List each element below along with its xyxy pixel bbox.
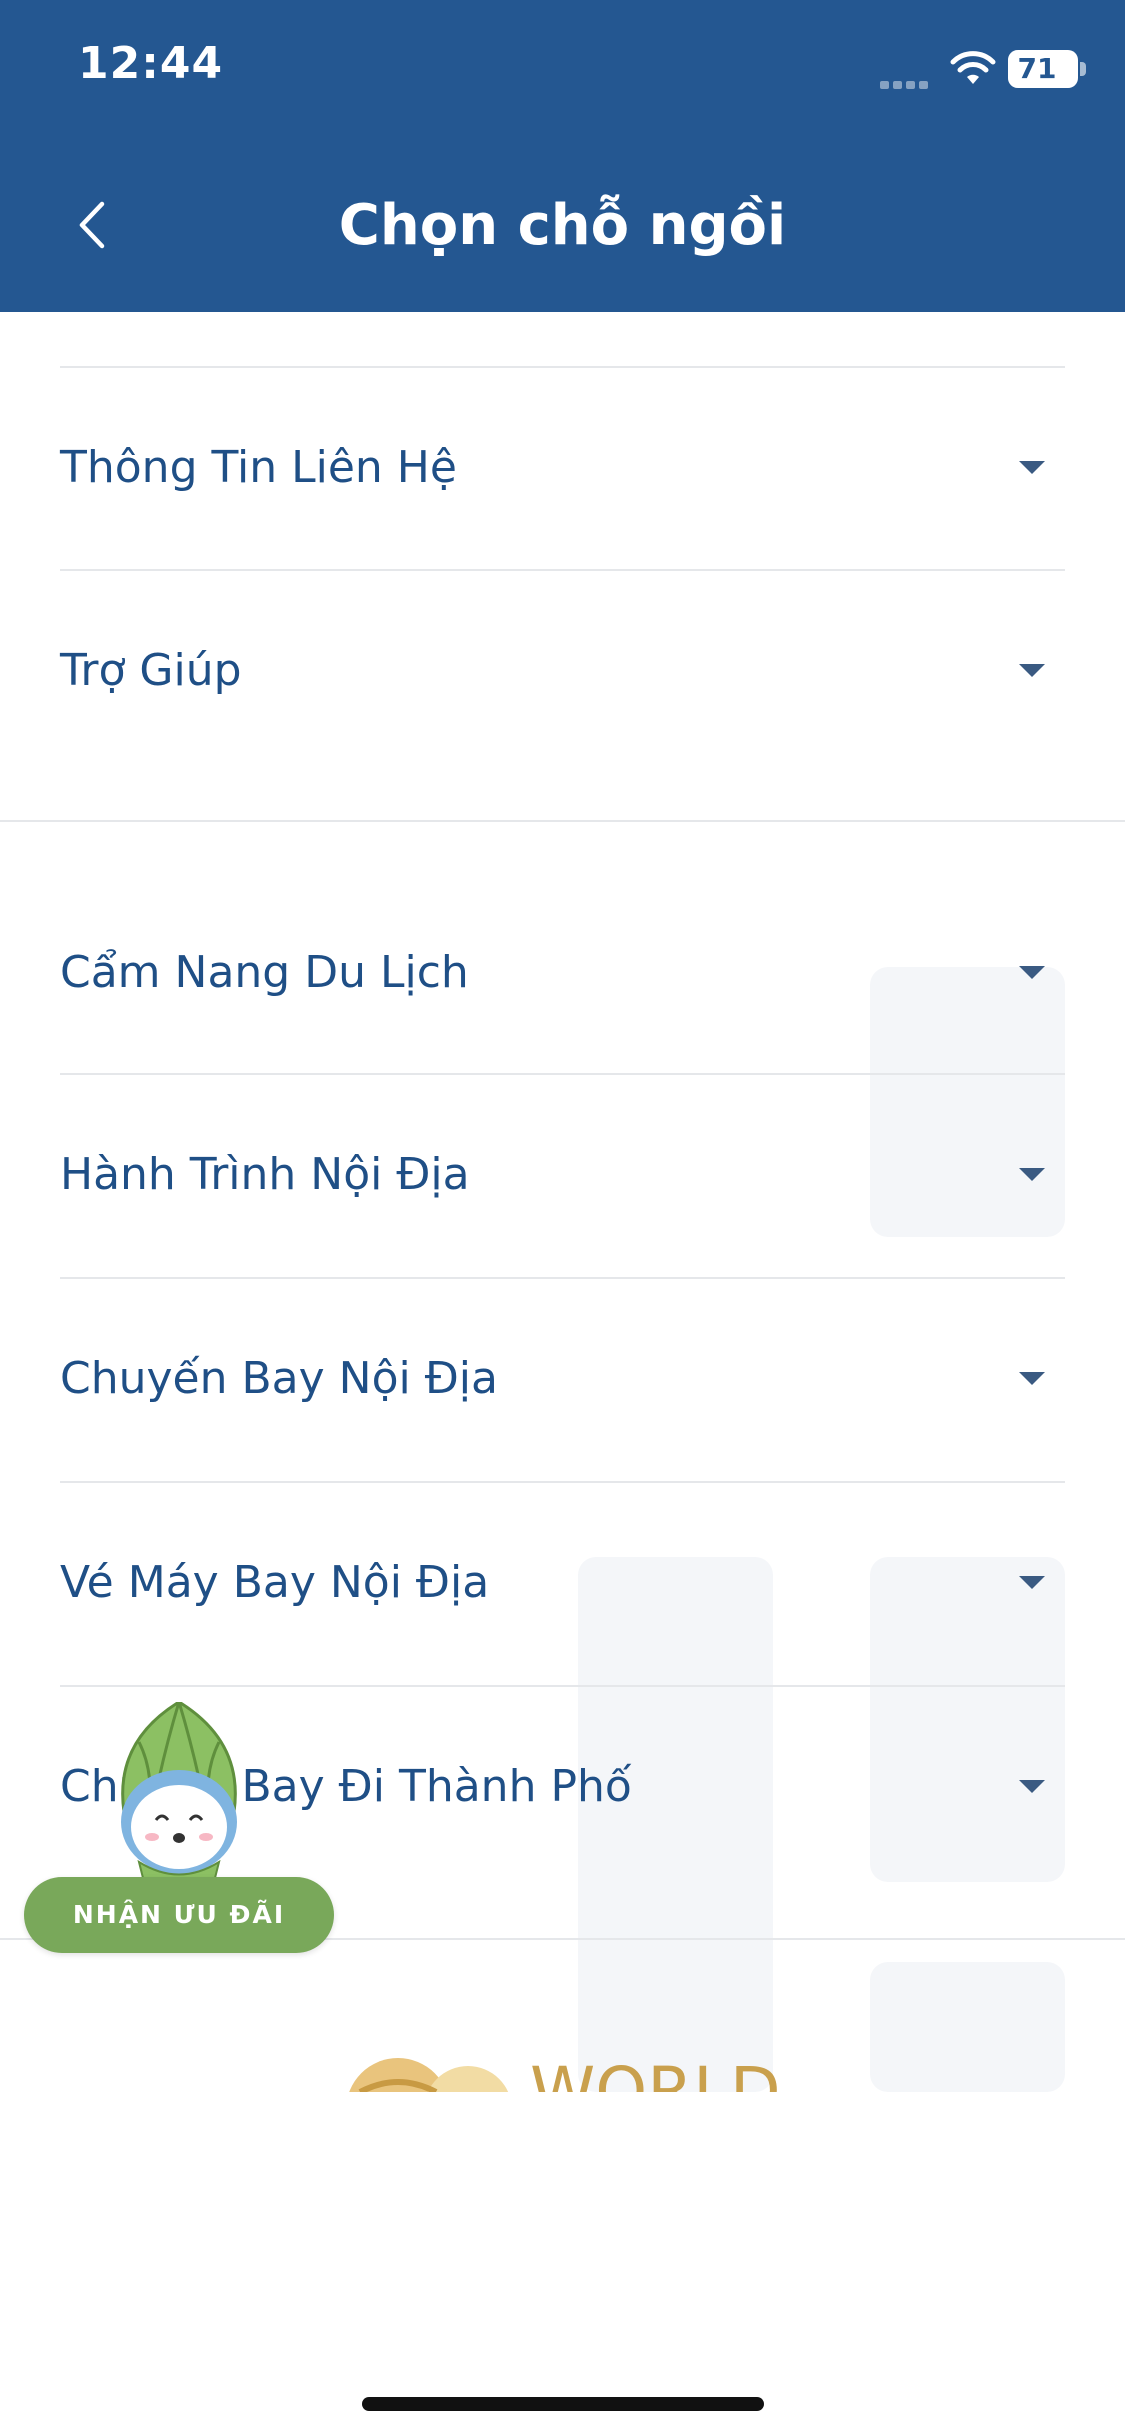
- chevron-down-icon: [1019, 1168, 1045, 1181]
- home-indicator[interactable]: [362, 2397, 764, 2411]
- bottom-blank-area: [0, 2092, 1125, 2436]
- globe-logo-icon: WORLD: [349, 2053, 781, 2092]
- cellular-signal-icon: [880, 74, 934, 89]
- chevron-down-icon: [1019, 1372, 1045, 1385]
- brand-logo-text: WORLD: [530, 2053, 781, 2092]
- mascot-icon: [121, 1702, 237, 1893]
- menu-item-travel-guide[interactable]: Cẩm Nang Du Lịch: [60, 873, 1065, 1073]
- background-decoration: [870, 1962, 1065, 2092]
- chevron-down-icon: [1019, 1576, 1045, 1589]
- promo-widget[interactable]: NHẬN ƯU ĐÃI: [24, 1702, 344, 1953]
- menu-item-label: Vé Máy Bay Nội Địa: [60, 1557, 490, 1608]
- battery-tip: [1080, 62, 1086, 76]
- back-button[interactable]: [60, 190, 130, 260]
- menu-item-help[interactable]: Trợ Giúp: [60, 571, 1065, 771]
- menu-item-label: Chuyến Bay Nội Địa: [60, 1353, 498, 1404]
- navigation-bar: Chọn chỗ ngồi: [0, 140, 1125, 312]
- battery-icon: 71: [1008, 50, 1078, 88]
- content-scroll-area[interactable]: Thông Tin Liên Hệ Trợ Giúp Cẩm Nang Du L…: [0, 312, 1125, 2092]
- menu-item-label: Trợ Giúp: [60, 645, 242, 696]
- brand-logo: WORLD: [340, 2052, 800, 2092]
- menu-item-label: Hành Trình Nội Địa: [60, 1149, 470, 1200]
- menu-item-domestic-itinerary[interactable]: Hành Trình Nội Địa: [60, 1075, 1065, 1275]
- menu-item-contact-info[interactable]: Thông Tin Liên Hệ: [60, 368, 1065, 568]
- chevron-down-icon: [1019, 461, 1045, 474]
- status-bar: 12:44 71: [0, 0, 1125, 140]
- section-divider: [0, 820, 1125, 822]
- wifi-icon: [950, 51, 996, 84]
- chevron-down-icon: [1019, 966, 1045, 979]
- chevron-down-icon: [1019, 664, 1045, 677]
- page-title: Chọn chỗ ngồi: [338, 193, 787, 258]
- status-time: 12:44: [78, 38, 224, 89]
- menu-item-label: Cẩm Nang Du Lịch: [60, 947, 469, 998]
- battery-percent: 71: [1017, 52, 1057, 85]
- menu-item-label: Thông Tin Liên Hệ: [60, 442, 457, 493]
- chevron-down-icon: [1019, 1780, 1045, 1793]
- menu-item-domestic-flights[interactable]: Chuyến Bay Nội Địa: [60, 1279, 1065, 1479]
- menu-item-domestic-tickets[interactable]: Vé Máy Bay Nội Địa: [60, 1483, 1065, 1683]
- chevron-left-icon: [79, 201, 105, 249]
- get-offer-button[interactable]: NHẬN ƯU ĐÃI: [24, 1877, 334, 1953]
